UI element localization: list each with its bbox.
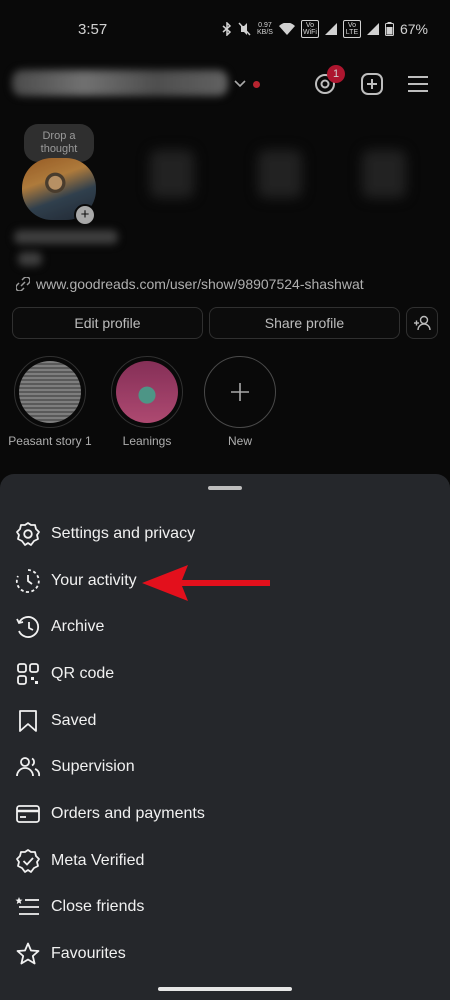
menu-item-label: Favourites <box>51 945 126 962</box>
menu-item-label: Archive <box>51 618 105 635</box>
star-icon <box>16 942 40 965</box>
archive-icon <box>16 616 39 638</box>
bookmark-icon <box>19 710 37 732</box>
signal-icon-2 <box>366 23 379 35</box>
menu-item-label: Orders and payments <box>51 805 205 822</box>
highlight-item[interactable]: Leanings <box>97 356 197 448</box>
link-icon <box>16 277 30 291</box>
hamburger-menu-icon[interactable] <box>407 74 429 94</box>
chevron-down-icon[interactable] <box>233 76 247 90</box>
notification-badge: 1 <box>327 65 345 83</box>
highlight-cover <box>116 361 178 423</box>
sheet-drag-handle[interactable] <box>208 486 242 490</box>
discover-people-button[interactable] <box>406 307 438 339</box>
highlight-item[interactable]: Peasant story 1 <box>0 356 100 448</box>
menu-item-label: Supervision <box>51 758 135 775</box>
add-story-icon[interactable]: + <box>74 204 96 226</box>
highlight-ring <box>111 356 183 428</box>
wifi-calling-tag: Vo WiFi <box>300 20 319 38</box>
clock: 3:57 <box>78 20 108 38</box>
home-indicator[interactable] <box>158 987 292 991</box>
profile-header: 1 <box>0 58 450 112</box>
signal-icon <box>324 23 337 35</box>
bluetooth-icon <box>222 22 232 36</box>
battery-icon <box>384 22 394 36</box>
gear-icon <box>16 522 40 546</box>
highlight-cover <box>19 361 81 423</box>
menu-item-favourites[interactable]: Favourites <box>0 931 450 977</box>
status-bar: 3:57 0.97 KB/S Vo WiFi Vo LTE 67% <box>0 0 450 58</box>
battery-percent: 67% <box>399 21 428 37</box>
bio-blurred <box>14 230 118 244</box>
plus-icon <box>231 383 249 401</box>
unread-dot <box>253 81 260 88</box>
followers-stat-blurred[interactable] <box>258 150 302 198</box>
menu-item-orders-payments[interactable]: Orders and payments <box>0 791 450 837</box>
status-icons: 0.97 KB/S Vo WiFi Vo LTE 67% <box>222 20 428 38</box>
username-blurred[interactable] <box>12 70 228 96</box>
note-bubble[interactable]: Drop a thought <box>24 124 94 162</box>
bio-blurred-2 <box>18 252 42 266</box>
menu-item-label: QR code <box>51 665 115 682</box>
profile-link[interactable]: www.goodreads.com/user/show/98907524-sha… <box>16 276 364 292</box>
highlight-label: Leanings <box>122 434 172 448</box>
menu-item-supervision[interactable]: Supervision <box>0 744 450 790</box>
menu-item-label: Close friends <box>51 898 145 915</box>
add-person-icon <box>414 315 431 331</box>
qr-code-icon <box>17 663 39 685</box>
annotation-arrow <box>142 565 270 601</box>
menu-item-label: Meta Verified <box>51 852 145 869</box>
highlight-label: Peasant story 1 <box>8 434 92 448</box>
new-highlight-ring <box>204 356 276 428</box>
menu-item-meta-verified[interactable]: Meta Verified <box>0 838 450 884</box>
activity-icon <box>15 569 40 593</box>
menu-item-qr-code[interactable]: QR code <box>0 651 450 697</box>
new-highlight-button[interactable]: New <box>190 356 290 448</box>
highlight-ring <box>14 356 86 428</box>
speed-unit: KB/S <box>257 29 273 36</box>
verified-badge-icon <box>16 849 40 873</box>
menu-item-archive[interactable]: Archive <box>0 604 450 650</box>
network-speed: 0.97 KB/S <box>257 22 273 36</box>
close-friends-icon <box>15 897 39 915</box>
following-stat-blurred[interactable] <box>362 150 406 198</box>
menu-item-settings[interactable]: Settings and privacy <box>0 511 450 557</box>
options-bottom-sheet: Settings and privacy Your activity Archi… <box>0 474 450 1000</box>
mute-icon <box>238 22 251 36</box>
menu-item-close-friends[interactable]: Close friends <box>0 884 450 930</box>
speed-value: 0.97 <box>258 22 272 29</box>
posts-stat-blurred[interactable] <box>150 150 194 198</box>
highlight-label: New <box>227 434 252 448</box>
supervision-icon <box>16 757 41 777</box>
share-profile-button[interactable]: Share profile <box>209 307 400 339</box>
menu-item-label: Settings and privacy <box>51 525 196 542</box>
wifi-icon <box>278 22 295 35</box>
link-text[interactable]: www.goodreads.com/user/show/98907524-sha… <box>36 276 364 292</box>
menu-item-label: Saved <box>51 712 97 729</box>
edit-profile-button[interactable]: Edit profile <box>12 307 203 339</box>
menu-item-label: Your activity <box>51 572 137 589</box>
card-icon <box>16 805 40 823</box>
lte-tag: Vo LTE <box>342 20 361 38</box>
menu-item-saved[interactable]: Saved <box>0 698 450 744</box>
create-post-icon[interactable] <box>360 72 384 96</box>
